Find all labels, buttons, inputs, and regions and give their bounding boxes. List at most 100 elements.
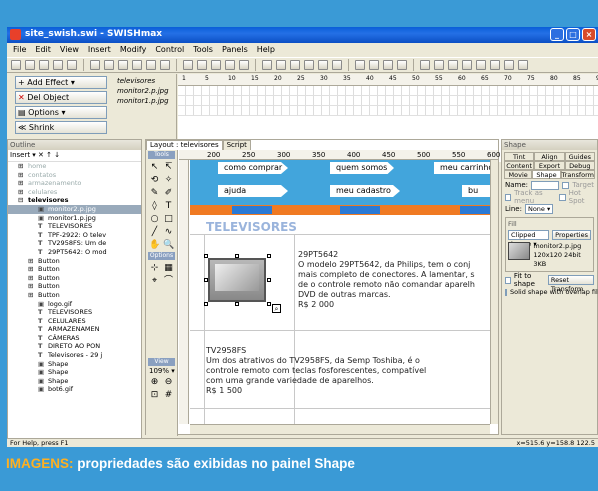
select-tool-icon[interactable]: ↖: [149, 162, 160, 173]
shape-tab-align[interactable]: Align: [534, 152, 565, 161]
toolbar-button-icon[interactable]: [434, 60, 444, 70]
menu-item-panels[interactable]: Panels: [222, 45, 248, 57]
outline-item[interactable]: ▣ monitor2.p.jpg: [8, 204, 141, 214]
nav-button[interactable]: meu carrinho: [434, 162, 490, 174]
reset-transform-button[interactable]: Reset Transform: [547, 275, 594, 293]
toolbar-button-icon[interactable]: [67, 60, 77, 70]
toolbar-button-icon[interactable]: [518, 60, 528, 70]
toolbar-button-icon[interactable]: [262, 60, 272, 70]
toolbar-button-icon[interactable]: [160, 60, 170, 70]
outline-item[interactable]: ▣ Shape: [8, 377, 141, 386]
tv-image-monitor2[interactable]: [208, 258, 266, 302]
outline-item[interactable]: ⊞ Button: [8, 274, 141, 283]
outline-item[interactable]: T Televisores - 29 j: [8, 351, 141, 360]
minimize-button[interactable]: _: [550, 28, 564, 41]
outline-item[interactable]: T ARMAZENAMEN: [8, 325, 141, 334]
rectangle-tool-icon[interactable]: □: [163, 214, 174, 225]
toolbar-button-icon[interactable]: [504, 60, 514, 70]
options-button[interactable]: ▤ Options ▾: [15, 106, 107, 119]
solid-shape-checkbox[interactable]: [505, 288, 507, 296]
outline-item[interactable]: ▣ logo.gif: [8, 300, 141, 309]
toolbar-button-icon[interactable]: [397, 60, 407, 70]
shape-tab-debug[interactable]: Debug: [564, 161, 595, 170]
zoom-fit-icon[interactable]: ⊡: [149, 390, 160, 401]
selection-handle[interactable]: [235, 302, 239, 306]
motion-path-tool-icon[interactable]: ∿: [163, 227, 174, 238]
menu-item-tools[interactable]: Tools: [193, 45, 213, 57]
timeline-row[interactable]: [178, 96, 598, 106]
menu-item-help[interactable]: Help: [257, 45, 275, 57]
reshape-tool-icon[interactable]: ✧: [163, 175, 174, 186]
outline-item[interactable]: ⊞ celulares: [8, 188, 141, 197]
shape-tab-content[interactable]: Content: [504, 161, 535, 170]
toolbar-button-icon[interactable]: [332, 60, 342, 70]
nav-button[interactable]: bu: [462, 185, 490, 197]
toolbar-button-icon[interactable]: [104, 60, 114, 70]
track-item[interactable]: monitor1.p.jpg: [107, 96, 177, 106]
zoom-select[interactable]: 109% ▾: [146, 367, 177, 375]
properties-button[interactable]: Properties: [552, 230, 591, 240]
track-item[interactable]: televisores: [107, 76, 177, 86]
toolbar-button-icon[interactable]: [420, 60, 430, 70]
outline-item[interactable]: ▣ Shape: [8, 360, 141, 369]
outline-item[interactable]: T CELULARES: [8, 317, 141, 326]
selection-handle[interactable]: [267, 278, 271, 282]
toolbar-button-icon[interactable]: [11, 60, 21, 70]
outline-item[interactable]: ⊞ Button: [8, 291, 141, 300]
tab-script[interactable]: Script: [222, 140, 251, 150]
toolbar-button-icon[interactable]: [211, 60, 221, 70]
fill-tool-icon[interactable]: ◊: [149, 201, 160, 212]
close-button[interactable]: ×: [582, 28, 596, 41]
menu-item-view[interactable]: View: [60, 45, 79, 57]
nav-button[interactable]: ajuda: [218, 185, 288, 197]
nav-button[interactable]: quem somos: [330, 162, 394, 174]
toolbar-button-icon[interactable]: [462, 60, 472, 70]
nav-button[interactable]: como comprar: [218, 162, 288, 174]
selection-handle[interactable]: [267, 302, 271, 306]
toolbar-button-icon[interactable]: [448, 60, 458, 70]
shape-tab-tint[interactable]: Tint: [504, 152, 535, 161]
smooth-icon[interactable]: ▦: [163, 263, 174, 274]
toolbar-button-icon[interactable]: [90, 60, 100, 70]
shape-tab-export[interactable]: Export: [534, 161, 565, 170]
selection-handle[interactable]: [267, 254, 271, 258]
hot-spot-checkbox[interactable]: [559, 193, 566, 201]
outline-item[interactable]: T TELEVISORES: [8, 222, 141, 231]
outline-item[interactable]: T TELEVISORES: [8, 308, 141, 317]
outline-item[interactable]: ⊞ Button: [8, 265, 141, 274]
vertical-scrollbar[interactable]: [490, 160, 498, 424]
toolbar-button-icon[interactable]: [318, 60, 328, 70]
insert-menu[interactable]: Insert: [10, 151, 30, 159]
toolbar-button-icon[interactable]: [146, 60, 156, 70]
subselect-tool-icon[interactable]: ↸: [163, 162, 174, 173]
outline-toolbar[interactable]: Insert ▾ ✕ ↑ ↓: [8, 150, 141, 162]
shape-tab-guides[interactable]: Guides: [564, 152, 595, 161]
toolbar-button-icon[interactable]: [39, 60, 49, 70]
toolbar-button-icon[interactable]: [118, 60, 128, 70]
zoom-out-icon[interactable]: ⊖: [163, 377, 174, 388]
grid-icon[interactable]: #: [163, 390, 174, 401]
toolbar-button-icon[interactable]: [183, 60, 193, 70]
outline-item[interactable]: ▣ monitor1.p.jpg: [8, 214, 141, 223]
menu-item-insert[interactable]: Insert: [88, 45, 111, 57]
toolbar-button-icon[interactable]: [355, 60, 365, 70]
toolbar-button-icon[interactable]: [304, 60, 314, 70]
fill-type-select[interactable]: Clipped image ▾: [508, 230, 550, 248]
menu-item-edit[interactable]: Edit: [35, 45, 51, 57]
stage-canvas[interactable]: como comprar quem somos meu carrinho aju…: [190, 160, 490, 424]
shape-tab-movie[interactable]: Movie: [504, 170, 533, 179]
del-object-button[interactable]: ✕ Del Object: [15, 91, 107, 104]
line-tool-icon[interactable]: ╱: [149, 227, 160, 238]
menu-item-modify[interactable]: Modify: [120, 45, 147, 57]
toolbar-button-icon[interactable]: [290, 60, 300, 70]
outline-item[interactable]: ▣ bot6.gif: [8, 385, 141, 394]
nav-button[interactable]: meu cadastro: [330, 185, 400, 197]
pencil-tool-icon[interactable]: ✐: [163, 188, 174, 199]
maximize-button[interactable]: □: [566, 28, 580, 41]
menu-item-control[interactable]: Control: [155, 45, 184, 57]
zoom-tool-icon[interactable]: 🔍: [163, 240, 174, 251]
target-checkbox[interactable]: [562, 181, 570, 189]
toolbar-button-icon[interactable]: [197, 60, 207, 70]
outline-item[interactable]: ⊞ Button: [8, 282, 141, 291]
track-item[interactable]: monitor2.p.jpg: [107, 86, 177, 96]
